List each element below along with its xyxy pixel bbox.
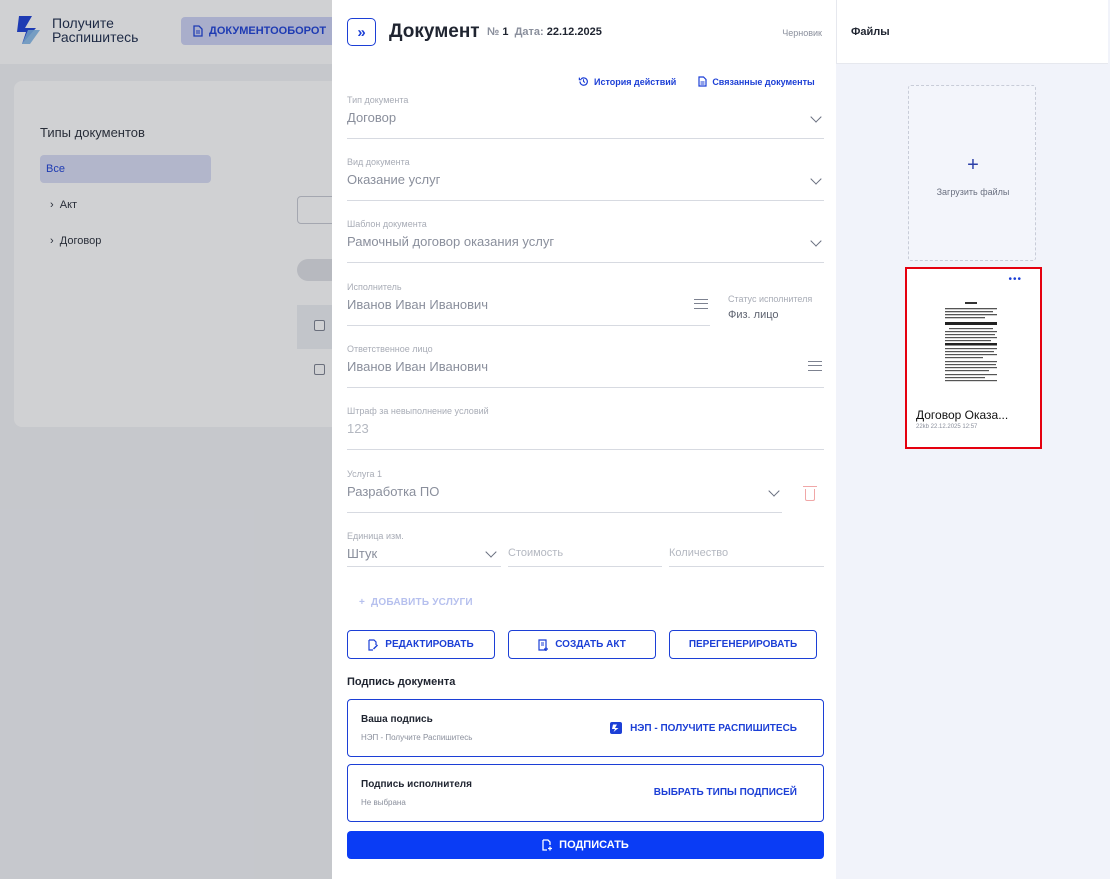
document-plus-icon xyxy=(538,638,549,651)
document-drawer: » Документ № 1 Дата: 22.12.2025 Черновик… xyxy=(332,0,836,879)
files-panel: Файлы + Загрузить файлы ••• Договор Оказ… xyxy=(836,0,1110,879)
nep-signature-button[interactable]: НЭП - ПОЛУЧИТЕ РАСПИШИТЕСЬ xyxy=(610,722,797,734)
document-icon xyxy=(698,76,707,87)
related-documents-link[interactable]: Связанные документы xyxy=(698,76,815,87)
file-card[interactable]: ••• Договор Оказа... 22kb 22.12.2025 12:… xyxy=(905,267,1042,449)
your-signature-box: Ваша подпись НЭП - Получите Распишитесь … xyxy=(347,699,824,757)
plus-icon: + xyxy=(359,597,366,608)
files-title: Файлы xyxy=(851,26,890,38)
create-act-button[interactable]: СОЗДАТЬ АКТ xyxy=(508,630,656,659)
chevron-down-icon xyxy=(768,485,780,497)
list-menu-icon[interactable] xyxy=(808,361,822,371)
trash-icon[interactable] xyxy=(803,486,817,501)
chevron-down-icon xyxy=(810,235,822,247)
doc-kind-select[interactable]: Вид документа Оказание услуг xyxy=(347,157,824,201)
document-date: 22.12.2025 xyxy=(546,26,602,38)
history-icon xyxy=(578,77,588,86)
sign-button[interactable]: ПОДПИСАТЬ xyxy=(347,831,824,859)
file-meta: 22kb 22.12.2025 12:57 xyxy=(916,424,978,430)
edit-button[interactable]: РЕДАКТИРОВАТЬ xyxy=(347,630,495,659)
upload-files-dropzone[interactable]: + Загрузить файлы xyxy=(908,85,1036,261)
chevron-down-icon xyxy=(810,173,822,185)
add-services-button[interactable]: + ДОБАВИТЬ УСЛУГИ xyxy=(359,597,473,608)
doc-type-select[interactable]: Тип документа Договор xyxy=(347,95,824,139)
executor-field[interactable]: Исполнитель Иванов Иван Иванович xyxy=(347,282,710,326)
template-select[interactable]: Шаблон документа Рамочный договор оказан… xyxy=(347,219,824,263)
files-header: Файлы xyxy=(836,0,1108,64)
edit-document-icon xyxy=(368,638,379,651)
service-select[interactable]: Услуга 1 Разработка ПО xyxy=(347,469,782,513)
document-number: 1 xyxy=(502,26,509,38)
cost-input[interactable]: Стоимость xyxy=(508,531,662,567)
chevron-down-icon xyxy=(485,546,497,558)
quantity-input[interactable]: Количество xyxy=(669,531,824,567)
signature-heading: Подпись документа xyxy=(347,676,456,688)
list-menu-icon[interactable] xyxy=(694,299,708,309)
history-link[interactable]: История действий xyxy=(578,76,676,87)
more-options-icon[interactable]: ••• xyxy=(1008,274,1022,285)
document-meta: № 1 Дата: 22.12.2025 xyxy=(487,26,602,38)
sign-document-icon xyxy=(542,839,553,851)
double-chevron-right-icon: » xyxy=(357,23,366,41)
nep-logo-icon xyxy=(610,722,623,734)
regenerate-button[interactable]: ПЕРЕГЕНЕРИРОВАТЬ xyxy=(669,630,817,659)
executor-status: Статус исполнителя Физ. лицо xyxy=(728,294,813,321)
file-thumbnail xyxy=(941,300,1001,388)
document-status: Черновик xyxy=(782,28,822,38)
file-name: Договор Оказа... xyxy=(916,408,1009,422)
responsible-field[interactable]: Ответственное лицо Иванов Иван Иванович xyxy=(347,344,824,388)
document-links: История действий Связанные документы xyxy=(578,76,815,87)
penalty-field[interactable]: Штраф за невыполнение условий 123 xyxy=(347,406,824,450)
plus-icon: + xyxy=(967,154,979,176)
chevron-down-icon xyxy=(810,111,822,123)
collapse-drawer-button[interactable]: » xyxy=(347,18,376,46)
choose-signature-types-button[interactable]: ВЫБРАТЬ ТИПЫ ПОДПИСЕЙ xyxy=(654,787,797,798)
document-title: Документ xyxy=(389,21,480,42)
executor-signature-box: Подпись исполнителя Не выбрана ВЫБРАТЬ Т… xyxy=(347,764,824,822)
unit-select[interactable]: Единица изм. Штук xyxy=(347,531,501,567)
